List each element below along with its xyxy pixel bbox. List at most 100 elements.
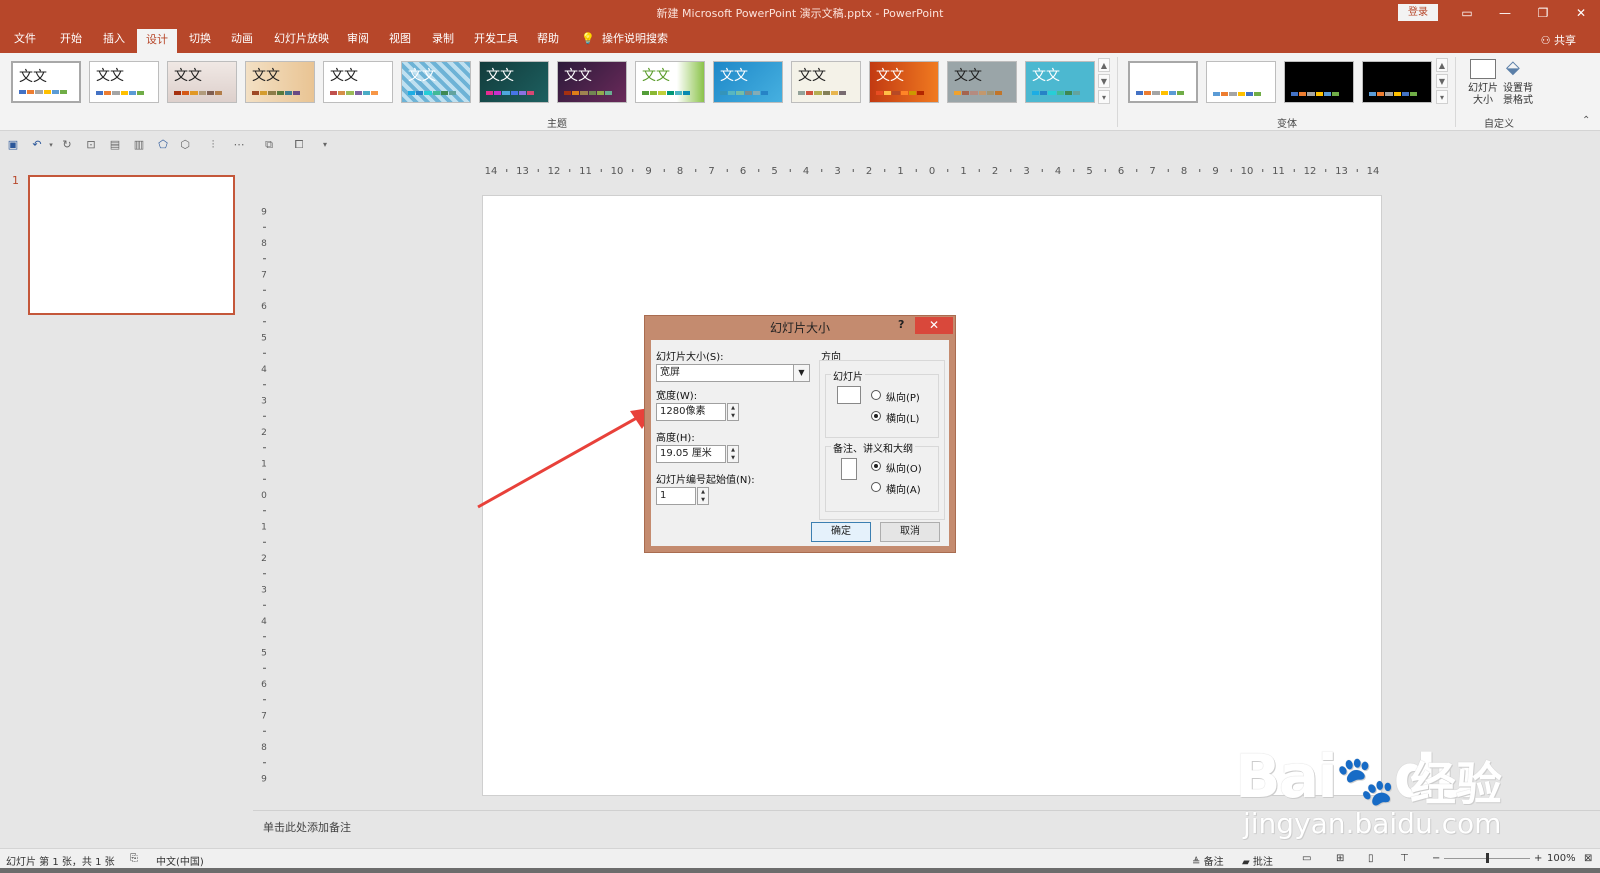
slides-portrait-radio[interactable] — [871, 390, 881, 400]
slides-landscape-label[interactable]: 横向(L) — [886, 410, 919, 425]
tab-home[interactable]: 开始 — [60, 31, 82, 51]
dialog-close-button[interactable]: ✕ — [915, 317, 953, 334]
notes-portrait-radio[interactable] — [871, 461, 881, 471]
theme-5[interactable]: 文文 — [323, 61, 393, 103]
theme-office[interactable]: 文文 — [11, 61, 81, 103]
themes-scroll-up[interactable]: ▲ — [1098, 58, 1110, 72]
zoom-in-icon[interactable]: + — [1534, 853, 1542, 864]
start-number-input[interactable]: 1 — [656, 487, 696, 505]
restore-icon[interactable]: ❐ — [1524, 2, 1562, 24]
tab-design[interactable]: 设计 — [137, 29, 177, 53]
collapse-ribbon-icon[interactable]: ⌃ — [1582, 115, 1590, 126]
stepper-up-icon[interactable]: ▲ — [728, 404, 738, 412]
language-status[interactable]: 中文(中国) — [156, 853, 204, 868]
slide-size-button[interactable]: 幻灯片 大小 — [1463, 83, 1503, 107]
stepper-up-icon[interactable]: ▲ — [728, 446, 738, 454]
theme-3[interactable]: 文文 — [167, 61, 237, 103]
reading-view-icon[interactable]: ▯ — [1368, 853, 1374, 864]
slides-landscape-radio[interactable] — [871, 411, 881, 421]
stepper-down-icon[interactable]: ▼ — [698, 496, 708, 504]
stepper-down-icon[interactable]: ▼ — [728, 412, 738, 420]
slideshow-view-icon[interactable]: ⊤ — [1400, 853, 1409, 864]
variant-1[interactable] — [1128, 61, 1198, 103]
align-icon[interactable]: ⫶ — [206, 138, 220, 152]
slides-portrait-label[interactable]: 纵向(P) — [886, 389, 920, 404]
theme-7[interactable]: 文文 — [479, 61, 549, 103]
tell-me-search[interactable]: 操作说明搜索 — [602, 31, 668, 51]
fit-to-window-icon[interactable]: ⊠ — [1584, 853, 1592, 864]
theme-4[interactable]: 文文 — [245, 61, 315, 103]
variant-2[interactable] — [1206, 61, 1276, 103]
ok-button[interactable]: 确定 — [811, 522, 871, 542]
tab-insert[interactable]: 插入 — [103, 31, 125, 51]
tab-record[interactable]: 录制 — [432, 31, 454, 51]
theme-2[interactable]: 文文 — [89, 61, 159, 103]
variants-scroll-up[interactable]: ▲ — [1436, 58, 1448, 72]
variant-3[interactable] — [1284, 61, 1354, 103]
height-input[interactable]: 19.05 厘米 — [656, 445, 726, 463]
chevron-down-icon[interactable]: ▼ — [793, 365, 809, 381]
slide-size-icon[interactable] — [1470, 59, 1496, 79]
format-background-button[interactable]: 设置背 景格式 — [1498, 83, 1538, 107]
comments-toggle[interactable]: ▰ 批注 — [1242, 853, 1273, 868]
theme-12[interactable]: 文文 — [869, 61, 939, 103]
width-stepper[interactable]: ▲ ▼ — [727, 403, 739, 421]
tab-slideshow[interactable]: 幻灯片放映 — [274, 31, 329, 51]
close-icon[interactable]: ✕ — [1562, 2, 1600, 24]
undo-dropdown-icon[interactable]: ▾ — [44, 138, 58, 152]
stepper-down-icon[interactable]: ▼ — [728, 454, 738, 462]
theme-10[interactable]: 文文 — [713, 61, 783, 103]
cancel-button[interactable]: 取消 — [880, 522, 940, 542]
height-stepper[interactable]: ▲ ▼ — [727, 445, 739, 463]
bring-forward-icon[interactable]: ⧠ — [292, 138, 306, 152]
theme-11[interactable]: 文文 — [791, 61, 861, 103]
horizontal-ruler[interactable]: 14 13 12 11 10 9 8 7 6 5 4 3 2 1 0 1 2 3 4 5 6 7 8 9 10 11 12 13 14 — [482, 163, 1382, 177]
redo-icon[interactable]: ↻ — [60, 138, 74, 152]
ribbon-display-icon[interactable]: ▭ — [1448, 2, 1486, 24]
tab-file[interactable]: 文件 — [14, 31, 36, 51]
shapes-icon[interactable]: ⬠ — [156, 138, 170, 152]
login-button[interactable]: 登录 — [1398, 4, 1438, 21]
theme-6[interactable]: 文文 — [401, 61, 471, 103]
normal-view-icon[interactable]: ▭ — [1302, 853, 1311, 864]
theme-8[interactable]: 文文 — [557, 61, 627, 103]
variant-4[interactable] — [1362, 61, 1432, 103]
vertical-ruler[interactable]: 9 8 7 6 5 4 3 2 1 0 1 2 3 4 5 6 7 8 9 — [257, 195, 271, 795]
spellcheck-icon[interactable]: ⎘ — [130, 853, 138, 864]
slide-sorter-icon[interactable]: ⊞ — [1336, 853, 1344, 864]
tab-help[interactable]: 帮助 — [537, 31, 559, 51]
notes-portrait-label[interactable]: 纵向(O) — [886, 460, 922, 475]
theme-14[interactable]: 文文 — [1025, 61, 1095, 103]
notes-landscape-radio[interactable] — [871, 482, 881, 492]
themes-more[interactable]: ▾ — [1098, 90, 1110, 104]
variants-scroll-down[interactable]: ▼ — [1436, 74, 1448, 88]
arrange-icon[interactable]: ⬡ — [178, 138, 192, 152]
group-icon[interactable]: ⧉ — [262, 138, 276, 152]
format-background-icon[interactable]: ⬙ — [1506, 57, 1528, 81]
theme-13[interactable]: 文文 — [947, 61, 1017, 103]
width-input[interactable]: 1280像素 — [656, 403, 726, 421]
customize-qat-icon[interactable]: ▾ — [318, 138, 332, 152]
stepper-up-icon[interactable]: ▲ — [698, 488, 708, 496]
variants-more[interactable]: ▾ — [1436, 90, 1448, 104]
start-from-beginning-icon[interactable]: ⊡ — [84, 138, 98, 152]
zoom-slider-thumb[interactable] — [1486, 853, 1489, 863]
tab-developer[interactable]: 开发工具 — [474, 31, 518, 51]
lightbulb-icon[interactable]: 💡 — [581, 31, 595, 51]
tab-view[interactable]: 视图 — [389, 31, 411, 51]
new-slide-icon[interactable]: ▤ — [108, 138, 122, 152]
help-icon[interactable]: ? — [898, 318, 904, 331]
tab-animations[interactable]: 动画 — [231, 31, 253, 51]
share-button[interactable]: ⚇ 共享 — [1541, 32, 1576, 48]
slide-size-select[interactable]: 宽屏 ▼ — [656, 364, 810, 382]
undo-icon[interactable]: ↶ — [30, 138, 44, 152]
notes-toggle[interactable]: ≜ 备注 — [1192, 853, 1224, 868]
layout-icon[interactable]: ▥ — [132, 138, 146, 152]
save-icon[interactable]: ▣ — [6, 138, 20, 152]
zoom-out-icon[interactable]: − — [1432, 853, 1440, 864]
minimize-icon[interactable]: — — [1486, 2, 1524, 24]
start-number-stepper[interactable]: ▲ ▼ — [697, 487, 709, 505]
tab-transitions[interactable]: 切换 — [189, 31, 211, 51]
tab-review[interactable]: 审阅 — [347, 31, 369, 51]
zoom-level[interactable]: 100% — [1547, 853, 1576, 864]
